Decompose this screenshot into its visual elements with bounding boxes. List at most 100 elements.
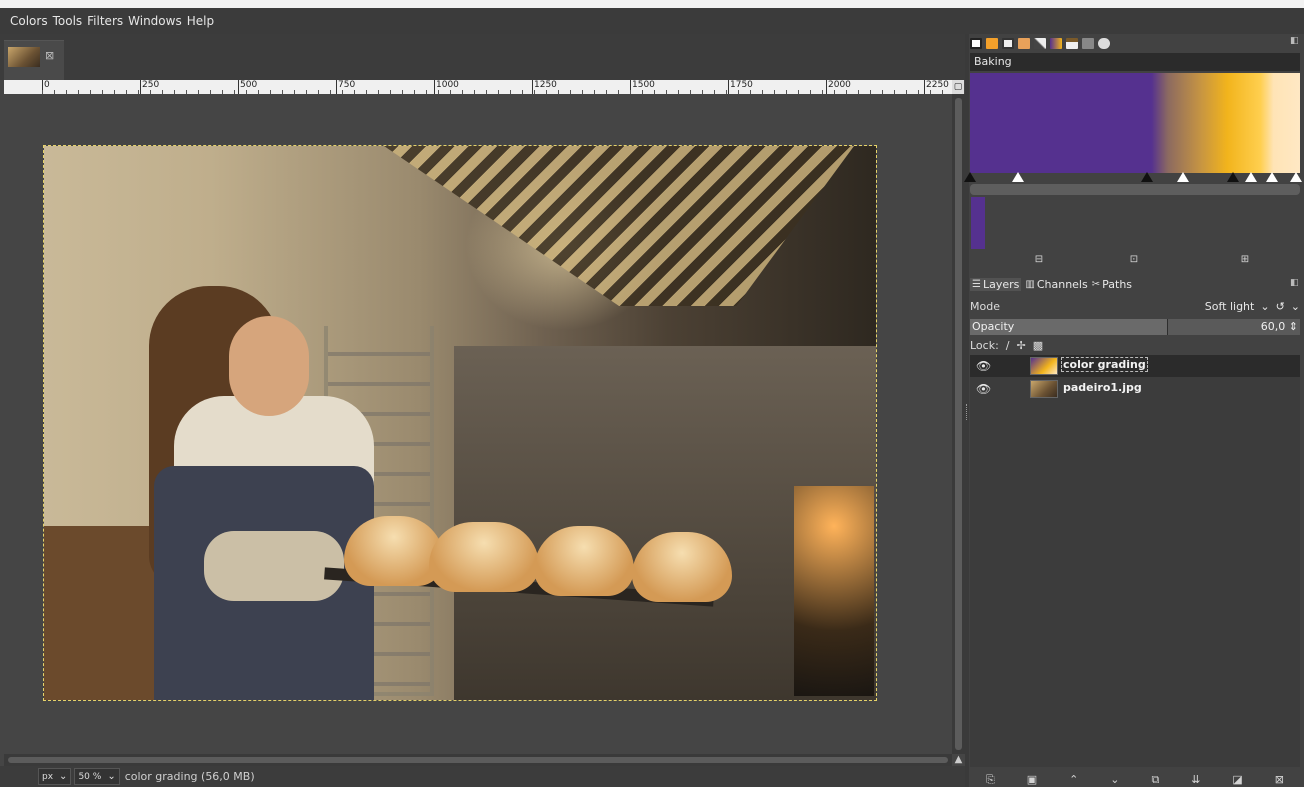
layer-name[interactable]: padeiro1.jpg — [1062, 381, 1143, 394]
mode-row: Mode Soft light ⌄ ↺ ⌄ — [970, 296, 1300, 316]
new-layer-icon[interactable]: ⎘ — [986, 773, 995, 787]
ruler-label: 500 — [238, 80, 257, 94]
layers-icon: ☰ — [972, 278, 981, 290]
chevron-down-icon: ⌄ — [107, 771, 116, 782]
document-history-icon[interactable] — [1098, 37, 1110, 49]
dock-menu-icon[interactable]: ◧ — [1290, 278, 1299, 288]
add-mask-icon[interactable]: ◪ — [1232, 773, 1242, 786]
layer-row[interactable]: 👁 padeiro1.jpg — [970, 378, 1300, 400]
image-baker-face — [229, 316, 309, 416]
palettes-icon[interactable] — [1082, 37, 1094, 49]
ruler-label: 0 — [42, 80, 50, 94]
gradient-dock-tabs — [970, 34, 1304, 52]
gradients-icon[interactable] — [1050, 37, 1062, 49]
fonts-icon[interactable] — [1066, 37, 1078, 49]
ruler-label: 1250 — [532, 80, 557, 94]
duplicate-layer-icon[interactable]: ⧉ — [1151, 773, 1159, 787]
lock-position-icon[interactable]: ✢ — [1017, 339, 1026, 352]
opacity-number: 60,0 — [1260, 320, 1286, 333]
channels-icon: ▥ — [1025, 278, 1035, 290]
window-top-strip — [0, 0, 1304, 8]
opacity-value: 60,0 ⇕ — [1260, 320, 1298, 333]
statusbar: px ⌄ 50 % ⌄ color grading (56,0 MB) — [0, 766, 965, 787]
image-tab-strip: ⊠ — [0, 34, 965, 80]
menu-filters[interactable]: Filters — [87, 14, 123, 28]
tab-channels[interactable]: ▥ Channels — [1025, 278, 1087, 291]
image-tab[interactable]: ⊠ — [4, 40, 64, 80]
ruler-label: 750 — [336, 80, 355, 94]
layer-list: 👁 color grading 👁 padeiro1.jpg — [970, 355, 1300, 767]
lock-pixels-icon[interactable]: ∕ — [1006, 339, 1010, 352]
layer-thumbnail — [1030, 380, 1058, 398]
opacity-label: Opacity — [972, 320, 1015, 333]
gradient-stop[interactable] — [1012, 172, 1024, 182]
mode-select[interactable]: Soft light ⌄ ↺ ⌄ — [1199, 300, 1300, 313]
gradient-stop[interactable] — [1290, 172, 1302, 182]
zoom-all-icon[interactable]: ⊞ — [1239, 254, 1251, 266]
menu-help[interactable]: Help — [187, 14, 214, 28]
layer-thumbnail — [1030, 357, 1058, 375]
gradient-stop[interactable] — [1266, 172, 1278, 182]
menu-windows[interactable]: Windows — [128, 14, 182, 28]
layer-row[interactable]: 👁 color grading — [970, 355, 1300, 377]
image-bread — [344, 516, 444, 586]
menu-tools[interactable]: Tools — [53, 14, 83, 28]
zoom-out-icon[interactable]: ⊟ — [1033, 254, 1045, 266]
vertical-scroll-thumb[interactable] — [955, 98, 962, 750]
tab-layers[interactable]: ☰ Layers — [970, 277, 1022, 291]
new-layer-group-icon[interactable]: ▣ — [1027, 773, 1037, 786]
raise-layer-icon[interactable]: ⌃ — [1069, 773, 1078, 786]
gradient-name[interactable]: Baking — [970, 53, 1300, 71]
menu-colors[interactable]: Colors — [10, 14, 48, 28]
horizontal-scroll-thumb[interactable] — [8, 757, 948, 763]
brushes-icon[interactable] — [1002, 37, 1014, 49]
patterns-icon[interactable] — [1018, 37, 1030, 49]
eye-icon[interactable]: 👁 — [976, 359, 991, 373]
navigate-icon[interactable]: ▲ — [952, 754, 965, 766]
gradient-stop[interactable] — [1227, 172, 1239, 182]
layer-name[interactable]: color grading — [1061, 357, 1148, 372]
tool-options-icon[interactable] — [970, 37, 982, 49]
horizontal-ruler[interactable]: 0 250 500 750 1000 1250 1500 1750 2000 2… — [4, 80, 952, 94]
gradient-stops[interactable] — [964, 172, 1302, 184]
tab-paths[interactable]: ✂ Paths — [1092, 278, 1132, 291]
image-tab-thumbnail — [8, 47, 40, 67]
menubar: Colors Tools Filters Windows Help — [0, 8, 1304, 34]
zoom-in-icon[interactable]: ⊡ — [1128, 254, 1140, 266]
gradient-stop[interactable] — [964, 172, 976, 182]
dock-menu-icon[interactable]: ◧ — [1290, 36, 1299, 46]
gradient-preview[interactable] — [970, 73, 1300, 173]
gradient-stop[interactable] — [1245, 172, 1257, 182]
gradient-segment-swatch[interactable] — [971, 197, 985, 249]
chevron-down-icon[interactable]: ⌄ — [1291, 300, 1300, 313]
lock-row: Lock: ∕ ✢ ▩ — [970, 338, 1300, 352]
layers-button-bar: ⎘ ▣ ⌃ ⌄ ⧉ ⇊ ◪ ⊠ — [970, 772, 1300, 787]
quick-mask-toggle-icon[interactable]: ▢ — [952, 80, 964, 94]
dock-drag-handle[interactable] — [966, 404, 969, 420]
colors-icon[interactable] — [986, 37, 998, 49]
lock-alpha-icon[interactable]: ▩ — [1033, 339, 1043, 352]
mode-label: Mode — [970, 299, 1000, 313]
lower-layer-icon[interactable]: ⌄ — [1110, 773, 1119, 786]
dynamics-icon[interactable] — [1034, 37, 1046, 49]
vertical-scrollbar[interactable] — [952, 94, 965, 754]
mode-value: Soft light — [1204, 299, 1255, 313]
image-oven-mitt — [204, 531, 344, 601]
close-icon[interactable]: ⊠ — [45, 49, 59, 63]
horizontal-scrollbar[interactable] — [4, 754, 952, 766]
merge-down-icon[interactable]: ⇊ — [1191, 773, 1200, 786]
image-oven-window — [794, 486, 874, 696]
gradient-scrollbar[interactable] — [970, 184, 1300, 195]
tab-label: Channels — [1036, 277, 1088, 291]
unit-select[interactable]: px ⌄ — [38, 768, 72, 785]
image-bread — [632, 532, 732, 602]
opacity-slider[interactable]: Opacity 60,0 ⇕ — [970, 319, 1300, 335]
ruler-label: 2000 — [826, 80, 851, 94]
gradient-stop[interactable] — [1177, 172, 1189, 182]
gradient-stop[interactable] — [1141, 172, 1153, 182]
zoom-select[interactable]: 50 % ⌄ — [74, 768, 120, 785]
reset-mode-icon[interactable]: ↺ — [1276, 300, 1285, 313]
eye-icon[interactable]: 👁 — [976, 382, 991, 396]
delete-layer-icon[interactable]: ⊠ — [1275, 773, 1284, 786]
canvas-image[interactable] — [43, 145, 877, 701]
